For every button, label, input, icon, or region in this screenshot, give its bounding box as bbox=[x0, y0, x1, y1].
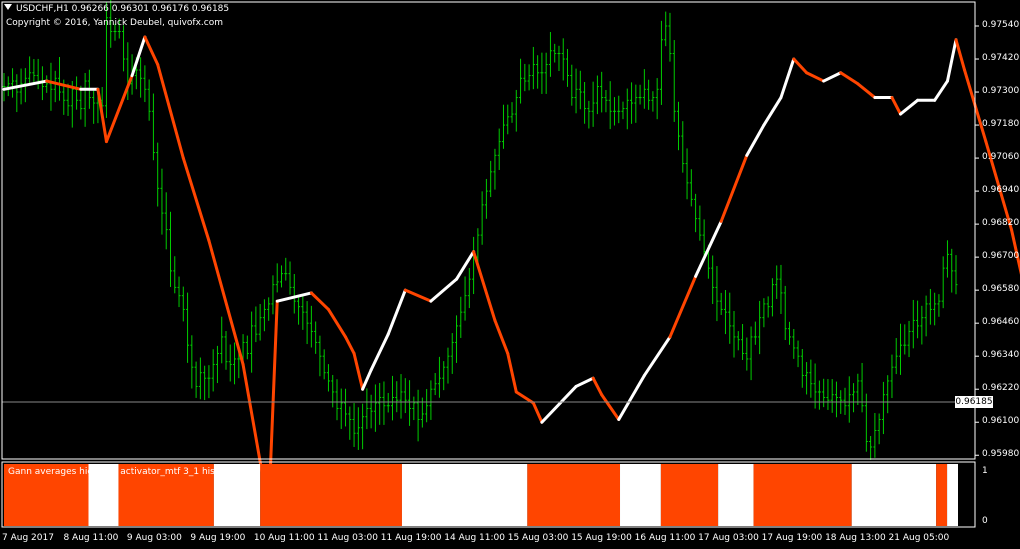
histogram-segment-down bbox=[753, 464, 852, 526]
time-tick-label: 16 Aug 11:00 bbox=[634, 533, 696, 543]
collapse-triangle-icon[interactable] bbox=[4, 4, 12, 10]
current-price-label: 0.96185 bbox=[955, 396, 993, 408]
histogram-segment-up bbox=[401, 464, 528, 526]
symbol-info-text: USDCHF,H1 0.96266 0.96301 0.96176 0.9618… bbox=[16, 4, 230, 14]
price-tick-label: 0.95980 bbox=[982, 449, 1020, 460]
time-tick-label: 21 Aug 05:00 bbox=[888, 533, 950, 543]
time-tick-label: 10 Aug 11:00 bbox=[253, 533, 315, 543]
price-tick-label: 0.97540 bbox=[982, 20, 1020, 30]
histogram-segment-up bbox=[947, 464, 958, 526]
symbol-info: USDCHF,H1 0.96266 0.96301 0.96176 0.9618… bbox=[4, 4, 229, 14]
price-tick-label: 0.96220 bbox=[982, 383, 1020, 394]
price-tick-label: 0.96700 bbox=[982, 251, 1020, 262]
price-tick-label: 0.96340 bbox=[982, 350, 1020, 361]
histogram-segment-down bbox=[936, 464, 948, 526]
indicator-name: Gann averages high-low activator_mtf 3_1… bbox=[8, 467, 259, 477]
price-tick-label: 0.97300 bbox=[982, 86, 1020, 97]
subwindow-scale-min: 0 bbox=[982, 516, 988, 526]
time-tick-label: 11 Aug 03:00 bbox=[317, 533, 379, 543]
histogram-segment-down bbox=[260, 464, 402, 526]
histogram-segment-up bbox=[718, 464, 754, 526]
copyright-text: Copyright © 2016, Yannick Deubel, quivof… bbox=[6, 18, 223, 28]
time-tick-label: 8 Aug 11:00 bbox=[63, 533, 119, 543]
time-tick-label: 9 Aug 19:00 bbox=[190, 533, 246, 543]
time-tick-label: 11 Aug 19:00 bbox=[380, 533, 442, 543]
time-tick-label: 7 Aug 2017 bbox=[2, 533, 54, 543]
price-tick-label: 0.96100 bbox=[982, 416, 1020, 427]
time-tick-label: 15 Aug 19:00 bbox=[571, 533, 632, 543]
price-tick-label: 0.97180 bbox=[982, 119, 1020, 130]
histogram-segment-down bbox=[660, 464, 719, 526]
time-tick-label: 17 Aug 19:00 bbox=[761, 533, 823, 543]
histogram-segment-up bbox=[851, 464, 937, 526]
price-tick-label: 0.96460 bbox=[982, 317, 1020, 328]
time-tick-label: 18 Aug 13:00 bbox=[825, 533, 886, 543]
price-tick-label: 0.97420 bbox=[982, 53, 1020, 64]
time-tick-label: 9 Aug 03:00 bbox=[126, 533, 182, 543]
time-tick-label: 14 Aug 11:00 bbox=[444, 533, 505, 543]
price-tick-label: 0.97060 bbox=[982, 152, 1020, 163]
histogram-segment-down bbox=[527, 464, 621, 526]
time-tick-label: 17 Aug 03:00 bbox=[698, 533, 759, 543]
price-tick-label: 0.96940 bbox=[982, 185, 1020, 196]
price-tick-label: 0.96580 bbox=[982, 284, 1020, 295]
time-tick-label: 15 Aug 03:00 bbox=[507, 533, 569, 543]
price-tick-label: 0.96820 bbox=[982, 218, 1020, 229]
histogram-segment-up bbox=[620, 464, 661, 526]
subwindow-scale-max: 1 bbox=[982, 466, 988, 476]
